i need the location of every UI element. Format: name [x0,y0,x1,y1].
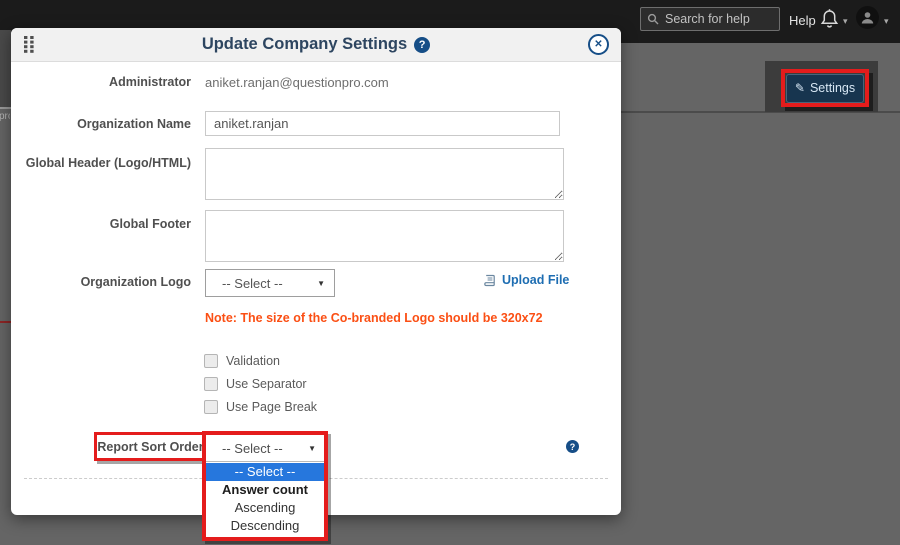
organization-name-label: Organization Name [11,117,191,131]
global-footer-textarea[interactable] [205,210,564,262]
logo-size-note: Note: The size of the Co-branded Logo sh… [205,311,543,325]
search-icon [647,13,659,25]
settings-button[interactable]: ✎ Settings [786,74,864,103]
report-sort-order-help-icon[interactable]: ? [566,440,579,453]
report-sort-order-selected-value: -- Select -- [206,441,308,456]
report-sort-order-highlight-box: -- Select -- ▼ -- Select -- Answer count… [202,431,328,541]
background-divider [0,107,11,109]
use-separator-checkbox[interactable] [204,377,218,391]
account-caret-icon[interactable]: ▾ [884,16,889,27]
global-header-textarea[interactable] [205,148,564,200]
background-page-strip [0,30,11,108]
upload-file-label: Upload File [502,273,569,287]
update-company-settings-dialog: Update Company Settings ? ✕ Administrato… [11,28,621,515]
dropdown-group-answer-count: Answer count [206,481,324,499]
validation-label: Validation [226,354,280,368]
dialog-title: Update Company Settings [202,35,407,54]
notifications-caret-icon[interactable]: ▾ [843,16,848,27]
pencil-icon: ✎ [795,81,805,95]
dialog-title-row: Update Company Settings ? [11,28,621,61]
use-separator-row: Use Separator [204,377,307,391]
use-separator-label: Use Separator [226,377,307,391]
settings-button-label: Settings [810,81,855,95]
screen: Help ▾ ▾ pro ✎ Settings [0,0,900,545]
help-search-box[interactable] [640,7,780,31]
validation-checkbox[interactable] [204,354,218,368]
report-sort-order-select[interactable]: -- Select -- ▼ [206,435,324,462]
report-sort-order-label-highlight: Report Sort Order [94,432,207,461]
use-page-break-row: Use Page Break [204,400,317,414]
organization-logo-selected-value: -- Select -- [206,276,317,291]
administrator-label: Administrator [11,75,191,89]
search-input[interactable] [663,11,775,27]
use-page-break-checkbox[interactable] [204,400,218,414]
background-text-fragment: pro [0,111,10,122]
organization-name-input[interactable] [205,111,560,136]
organization-logo-select[interactable]: -- Select -- ▼ [205,269,335,297]
validation-row: Validation [204,354,280,368]
select-caret-icon: ▼ [308,444,324,453]
global-footer-label: Global Footer [11,217,191,231]
report-sort-order-dropdown: -- Select -- Answer count Ascending Desc… [206,462,324,537]
organization-logo-label: Organization Logo [11,275,191,289]
title-help-icon[interactable]: ? [414,37,430,53]
upload-file-link[interactable]: Upload File [483,273,569,287]
user-avatar[interactable] [856,6,879,29]
file-icon [483,274,496,287]
dropdown-option-ascending[interactable]: Ascending [206,499,324,517]
background-red-line [0,321,11,323]
help-link[interactable]: Help [789,13,816,28]
select-caret-icon: ▼ [317,279,334,288]
use-page-break-label: Use Page Break [226,400,317,414]
global-header-label: Global Header (Logo/HTML) [11,156,191,170]
person-icon [860,10,875,25]
notifications-bell-icon[interactable] [820,8,839,30]
dropdown-option-descending[interactable]: Descending [206,517,324,535]
dropdown-option-select[interactable]: -- Select -- [206,463,324,481]
report-sort-order-label: Report Sort Order [97,440,203,454]
settings-highlight-box: ✎ Settings [781,69,869,107]
close-icon[interactable]: ✕ [588,34,609,55]
administrator-value: aniket.ranjan@questionpro.com [205,75,389,90]
